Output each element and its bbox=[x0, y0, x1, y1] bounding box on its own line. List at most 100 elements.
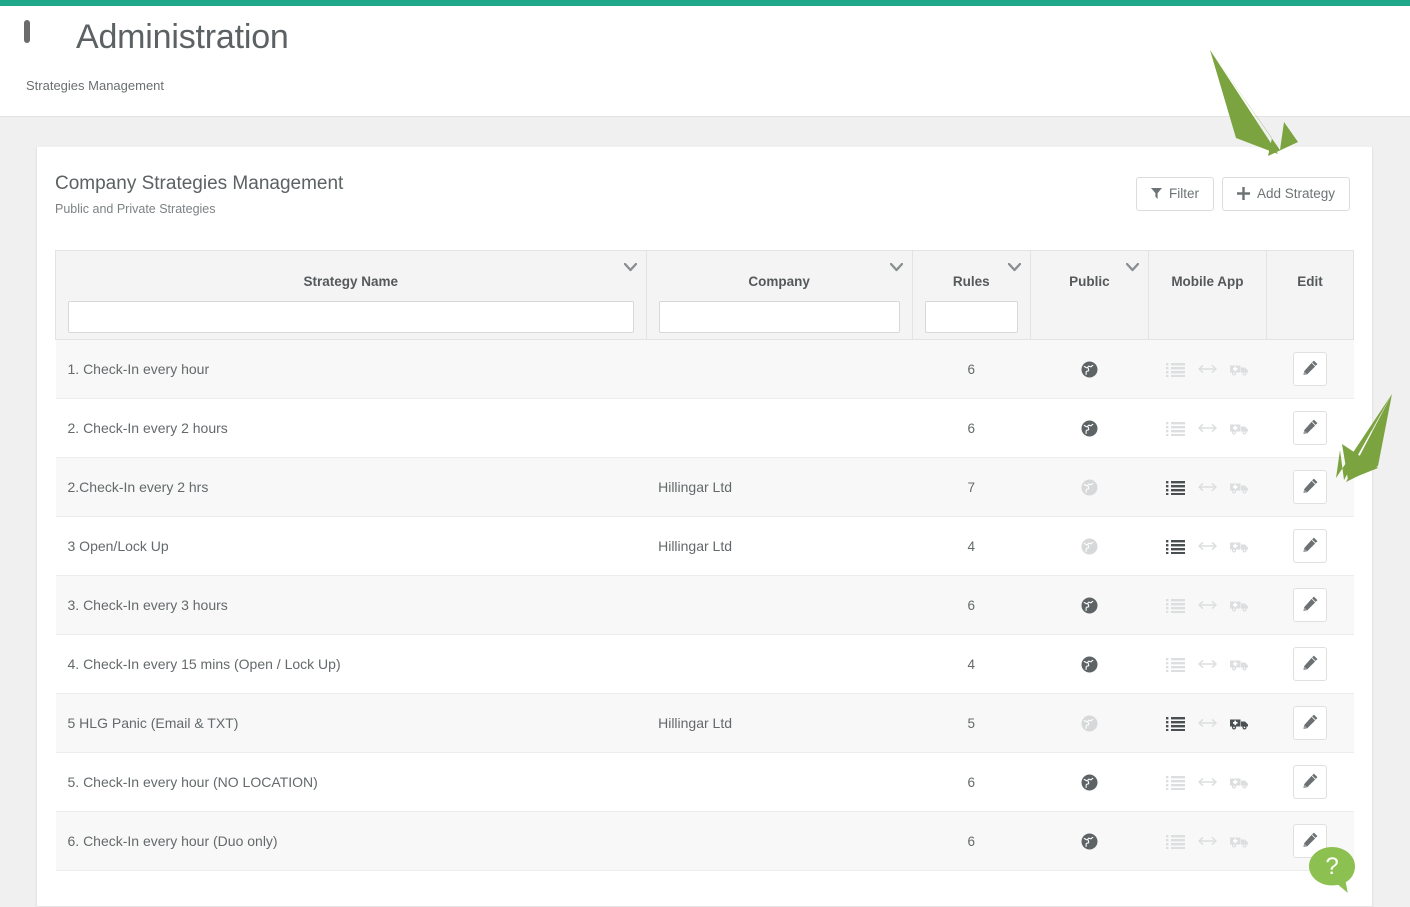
left-right-arrow-icon bbox=[1198, 538, 1217, 554]
sort-chevron-down-icon-company[interactable] bbox=[889, 259, 903, 272]
globe-icon bbox=[1081, 656, 1098, 673]
cell-strategy-name: 5 HLG Panic (Email & TXT) bbox=[55, 693, 647, 753]
card-actions: Filter Add Strategy bbox=[1135, 173, 1350, 211]
table-head: Strategy Name Company Rules Public Mobile Ap… bbox=[55, 250, 1354, 340]
cell-public bbox=[1030, 339, 1149, 399]
cell-public bbox=[1030, 516, 1149, 576]
left-right-arrow-icon bbox=[1198, 420, 1217, 436]
cell-strategy-name: 4. Check-In every 15 mins (Open / Lock U… bbox=[55, 634, 647, 694]
table-row[interactable]: 6. Check-In every hour (Duo only) 6 bbox=[55, 811, 1354, 871]
monitor-icon bbox=[24, 19, 62, 53]
cell-strategy-name: 6. Check-In every hour (Duo only) bbox=[55, 811, 647, 871]
column-header-label-public: Public bbox=[1069, 274, 1110, 289]
column-header-rules[interactable]: Rules bbox=[911, 250, 1031, 340]
ambulance-icon bbox=[1229, 538, 1249, 554]
ambulance-icon bbox=[1229, 833, 1249, 849]
cell-strategy-name: 2.Check-In every 2 hrs bbox=[55, 457, 647, 517]
pencil-icon bbox=[1302, 360, 1318, 378]
sort-chevron-down-icon-strategy_name[interactable] bbox=[623, 259, 637, 272]
table-row[interactable]: 3 Open/Lock Up Hillingar Ltd 4 bbox=[55, 516, 1354, 576]
table-row[interactable]: 5. Check-In every hour (NO LOCATION) 6 bbox=[55, 752, 1354, 812]
cell-company bbox=[646, 752, 913, 812]
cell-edit bbox=[1266, 634, 1354, 694]
cell-company: Hillingar Ltd bbox=[646, 457, 913, 517]
table-row[interactable]: 4. Check-In every 15 mins (Open / Lock U… bbox=[55, 634, 1354, 694]
cell-mobile-app bbox=[1148, 634, 1267, 694]
table-row[interactable]: 5 HLG Panic (Email & TXT) Hillingar Ltd 5 bbox=[55, 693, 1354, 753]
sort-chevron-down-icon-public[interactable] bbox=[1125, 259, 1140, 272]
edit-button[interactable] bbox=[1293, 706, 1327, 740]
table-row[interactable]: 1. Check-In every hour 6 bbox=[55, 339, 1354, 399]
ambulance-icon bbox=[1229, 597, 1249, 613]
list-icon bbox=[1165, 774, 1185, 791]
cell-rules: 6 bbox=[912, 811, 1031, 871]
help-label: ? bbox=[1325, 853, 1339, 880]
cell-company bbox=[646, 634, 913, 694]
cell-edit bbox=[1266, 457, 1354, 517]
list-icon bbox=[1165, 361, 1185, 378]
cell-edit bbox=[1266, 575, 1354, 635]
table-row[interactable]: 3. Check-In every 3 hours 6 bbox=[55, 575, 1354, 635]
pencil-icon bbox=[1302, 714, 1318, 732]
globe-icon bbox=[1081, 597, 1098, 614]
cell-company bbox=[646, 339, 913, 399]
ambulance-icon bbox=[1229, 774, 1249, 790]
globe-icon bbox=[1081, 479, 1098, 496]
cell-company: Hillingar Ltd bbox=[646, 693, 913, 753]
edit-button[interactable] bbox=[1293, 411, 1327, 445]
add-strategy-button-label: Add Strategy bbox=[1256, 186, 1335, 202]
column-filter-input-strategy_name[interactable] bbox=[68, 301, 634, 333]
card-header-text: Company Strategies Management Public and… bbox=[55, 173, 343, 216]
strategies-table-wrapper: Strategy Name Company Rules Public Mobile Ap… bbox=[37, 216, 1372, 871]
add-strategy-button[interactable]: Add Strategy bbox=[1221, 177, 1350, 211]
edit-button[interactable] bbox=[1293, 529, 1327, 563]
pencil-icon bbox=[1302, 773, 1318, 791]
cell-mobile-app bbox=[1148, 398, 1267, 458]
ambulance-icon bbox=[1229, 420, 1249, 436]
edit-button[interactable] bbox=[1293, 765, 1327, 799]
left-right-arrow-icon bbox=[1198, 361, 1217, 377]
strategies-card: Company Strategies Management Public and… bbox=[36, 147, 1373, 907]
pencil-icon bbox=[1302, 596, 1318, 614]
left-right-arrow-icon bbox=[1198, 774, 1217, 790]
list-icon bbox=[1165, 715, 1185, 732]
column-filter-input-rules[interactable] bbox=[924, 301, 1018, 333]
filter-button-label: Filter bbox=[1168, 186, 1199, 202]
cell-edit bbox=[1266, 339, 1354, 399]
help-button[interactable]: ? bbox=[1306, 844, 1358, 896]
pencil-icon bbox=[1302, 537, 1318, 555]
page-title: Administration bbox=[76, 18, 289, 56]
card-subtitle: Public and Private Strategies bbox=[55, 202, 216, 216]
edit-button[interactable] bbox=[1293, 588, 1327, 622]
column-header-public[interactable]: Public bbox=[1029, 250, 1149, 340]
list-icon bbox=[1165, 479, 1185, 496]
column-filter-input-company[interactable] bbox=[658, 301, 900, 333]
column-header-strategy_name[interactable]: Strategy Name bbox=[55, 250, 647, 340]
page-header: Administration Strategies Management bbox=[0, 6, 1410, 117]
page-subtitle: Strategies Management bbox=[26, 77, 165, 93]
table-row[interactable]: 2.Check-In every 2 hrs Hillingar Ltd 7 bbox=[55, 457, 1354, 517]
cell-rules: 5 bbox=[912, 693, 1031, 753]
cell-company bbox=[646, 811, 913, 871]
table-row[interactable]: 2. Check-In every 2 hours 6 bbox=[55, 398, 1354, 458]
ambulance-icon bbox=[1229, 479, 1249, 495]
cell-rules: 6 bbox=[912, 339, 1031, 399]
cell-public bbox=[1030, 575, 1149, 635]
column-header-label-edit: Edit bbox=[1297, 274, 1323, 289]
edit-button[interactable] bbox=[1293, 647, 1327, 681]
sort-chevron-down-icon-rules[interactable] bbox=[1007, 259, 1021, 272]
cell-rules: 6 bbox=[912, 752, 1031, 812]
edit-button[interactable] bbox=[1293, 352, 1327, 386]
edit-button[interactable] bbox=[1293, 470, 1327, 504]
left-right-arrow-icon bbox=[1198, 715, 1217, 731]
table-header-row: Strategy Name Company Rules Public Mobile Ap… bbox=[55, 250, 1354, 340]
list-icon bbox=[1165, 656, 1185, 673]
column-header-company[interactable]: Company bbox=[645, 250, 913, 340]
cell-strategy-name: 1. Check-In every hour bbox=[55, 339, 647, 399]
filter-button[interactable]: Filter bbox=[1135, 177, 1214, 211]
cell-mobile-app bbox=[1148, 752, 1267, 812]
cell-company bbox=[646, 398, 913, 458]
globe-icon bbox=[1081, 538, 1098, 555]
pencil-icon bbox=[1302, 419, 1318, 437]
cell-strategy-name: 3 Open/Lock Up bbox=[55, 516, 647, 576]
